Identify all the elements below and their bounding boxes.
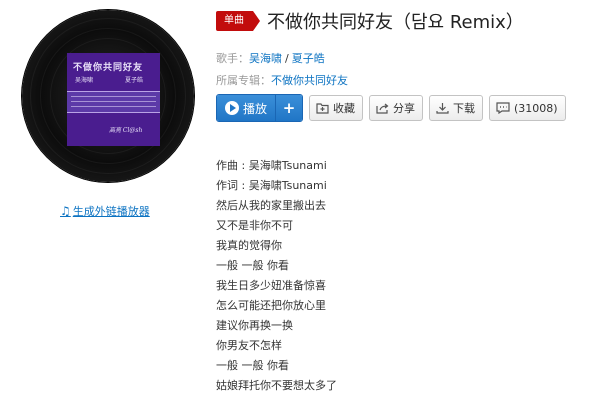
external-player-link[interactable]: ♫ 生成外链播放器	[60, 203, 150, 219]
lyric-line: 作词 : 吴海啸Tsunami	[216, 179, 327, 192]
lyric-line: 然后从我的家里搬出去	[216, 199, 326, 212]
add-to-playlist-button[interactable]: +	[275, 95, 303, 121]
lyrics: 作曲 : 吴海啸Tsunami 作词 : 吴海啸Tsunami 然后从我的家里搬…	[216, 156, 337, 396]
artist-link[interactable]: 夏子皓	[292, 52, 325, 65]
lyric-line: 建议你再换一换	[216, 319, 293, 332]
lyric-line: 一般 一般 你看	[216, 359, 289, 372]
artist-link[interactable]: 吴海啸	[249, 52, 282, 65]
album-row: 所属专辑：不做你共同好友	[216, 72, 348, 88]
action-bar: 播放 + 收藏 分享 下载 (31008)	[216, 94, 566, 122]
cover-artist-right: 夏子皓	[125, 77, 144, 84]
download-label: 下载	[453, 102, 476, 115]
cover-band-line	[71, 101, 156, 102]
play-label: 播放	[243, 101, 268, 116]
cover-band-line	[71, 96, 156, 97]
cover-band	[67, 91, 160, 113]
cover-title: 不做你共同好友	[73, 63, 144, 73]
share-button[interactable]: 分享	[369, 95, 424, 121]
share-icon	[376, 103, 389, 114]
folder-plus-icon	[316, 103, 329, 114]
cover-signature: 高亮 Cl@sh	[109, 127, 143, 134]
lyric-line: 又不是非你不可	[216, 219, 293, 232]
title-row: 单曲 不做你共同好友（담요 Remix）	[216, 8, 524, 34]
lyric-line: 一般 一般 你看	[216, 259, 289, 272]
singer-label: 歌手：	[216, 52, 249, 65]
play-button-group: 播放 +	[216, 94, 304, 122]
play-button[interactable]: 播放	[217, 95, 276, 121]
singer-row: 歌手：吴海啸 / 夏子皓	[216, 50, 325, 66]
lyric-line: 你男友不怎样	[216, 339, 282, 352]
share-label: 分享	[393, 102, 416, 115]
music-note-icon: ♫	[60, 204, 71, 218]
lyric-line: 我真的觉得你	[216, 239, 282, 252]
comment-count: (31008)	[514, 101, 558, 115]
collect-button[interactable]: 收藏	[309, 95, 364, 121]
album-link[interactable]: 不做你共同好友	[271, 74, 348, 87]
cover-band-line	[71, 106, 156, 107]
lyric-line: 姑娘拜托你不要想太多了	[216, 379, 337, 392]
lyric-line: 作曲 : 吴海啸Tsunami	[216, 159, 327, 172]
collect-label: 收藏	[333, 102, 356, 115]
comment-icon	[496, 102, 510, 114]
play-icon	[225, 101, 239, 115]
lyric-line: 怎么可能还把你放心里	[216, 299, 326, 312]
comment-button[interactable]: (31008)	[489, 95, 566, 121]
lyric-line: 我生日多少妞准备惊喜	[216, 279, 326, 292]
album-cover: 不做你共同好友 吴海啸 夏子皓 高亮 Cl@sh	[67, 53, 160, 146]
download-icon	[436, 103, 449, 114]
external-player-label: 生成外链播放器	[72, 205, 150, 218]
song-title: 不做你共同好友（담요 Remix）	[267, 12, 524, 33]
download-button[interactable]: 下载	[429, 95, 484, 121]
artist-separator: /	[285, 52, 289, 65]
album-label: 所属专辑：	[216, 74, 271, 87]
single-badge: 单曲	[216, 11, 260, 31]
album-disc: 不做你共同好友 吴海啸 夏子皓 高亮 Cl@sh	[22, 10, 194, 182]
cover-artist-left: 吴海啸	[75, 77, 94, 84]
